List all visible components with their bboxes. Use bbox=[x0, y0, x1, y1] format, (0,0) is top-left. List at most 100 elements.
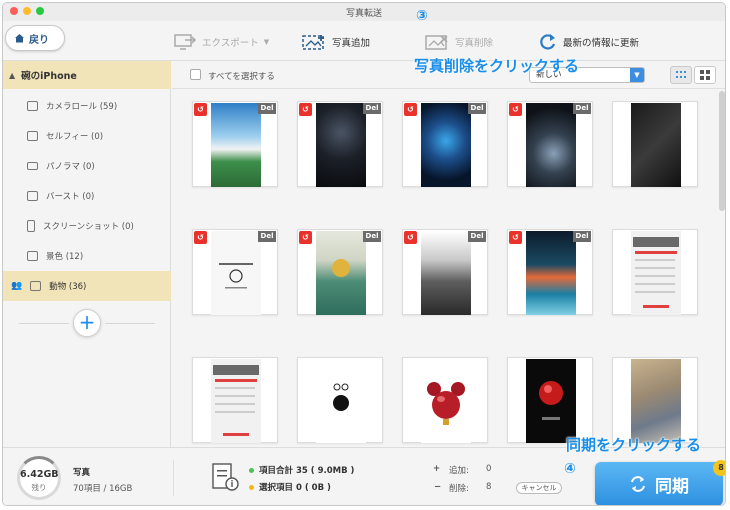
sync-button[interactable]: 同期 bbox=[595, 462, 723, 505]
add-photo-button-label: 写真追加 bbox=[332, 38, 371, 49]
photo-image bbox=[211, 359, 261, 443]
delete-photo-icon bbox=[425, 35, 448, 50]
refresh-button-label: 最新の情報に更新 bbox=[563, 38, 640, 49]
delete-photo-button[interactable]: 写真削除 bbox=[424, 31, 493, 53]
sidebar-item-landscape[interactable]: 景色 (12) bbox=[3, 241, 171, 271]
add-album-button[interactable]: + bbox=[73, 309, 101, 337]
photo-thumbnail[interactable] bbox=[402, 357, 488, 443]
storage-value: 6.42GB bbox=[20, 469, 59, 480]
photo-image bbox=[631, 359, 681, 443]
add-count-label: 追加: bbox=[449, 466, 469, 476]
del-tag[interactable]: Del bbox=[573, 103, 591, 114]
sidebar-item-label: スクリーンショット (0) bbox=[43, 222, 134, 232]
window-title: 写真転送 bbox=[345, 9, 382, 19]
sidebar-item-camera-roll[interactable]: カメラロール (59) bbox=[3, 91, 171, 121]
photo-thumbnail[interactable]: ↺ Del bbox=[192, 229, 278, 315]
list-view-icon bbox=[676, 71, 686, 78]
divider bbox=[173, 460, 174, 496]
divider bbox=[105, 323, 155, 324]
chevron-down-icon: ▼ bbox=[263, 38, 270, 46]
photo-thumbnail[interactable] bbox=[612, 101, 698, 187]
photo-image bbox=[421, 231, 471, 315]
delete-mark-icon: ↺ bbox=[509, 103, 522, 116]
del-tag[interactable]: Del bbox=[258, 231, 276, 242]
photo-thumbnail[interactable]: ↺ Del bbox=[297, 229, 383, 315]
album-icon bbox=[30, 281, 42, 291]
people-icon: 👥 bbox=[11, 281, 23, 291]
storage-gauge: 6.42GB 残り bbox=[17, 456, 61, 500]
back-button-label: 戻り bbox=[29, 34, 49, 46]
photo-thumbnail[interactable] bbox=[192, 357, 278, 443]
step-4-marker: ④ bbox=[564, 461, 576, 477]
selected-items-label: 選択項目 0 ( 0B ) bbox=[259, 483, 331, 493]
photo-thumbnail[interactable]: ↺ Del bbox=[297, 101, 383, 187]
export-button-label: エクスポート bbox=[202, 38, 259, 49]
photo-thumbnail[interactable]: ↺ Del bbox=[402, 229, 488, 315]
photo-thumbnail[interactable]: ↺ Del bbox=[402, 101, 488, 187]
photo-image bbox=[631, 103, 681, 187]
sync-button-label: 同期 bbox=[655, 476, 689, 497]
toolbar: 戻り エクスポート ▼ 写真追加 写真削除 最新の情報に更新 bbox=[3, 21, 725, 61]
divider bbox=[19, 323, 69, 324]
phone-icon bbox=[27, 220, 35, 232]
del-tag[interactable]: Del bbox=[468, 103, 486, 114]
photo-image bbox=[421, 103, 471, 187]
photo-image bbox=[211, 103, 261, 187]
photo-image bbox=[316, 103, 366, 187]
del-tag[interactable]: Del bbox=[363, 103, 381, 114]
photo-image bbox=[526, 359, 576, 443]
total-items-label: 項目合計 35 ( 9.0MB ) bbox=[259, 466, 355, 476]
del-tag[interactable]: Del bbox=[573, 231, 591, 242]
delete-mark-icon: ↺ bbox=[509, 231, 522, 244]
photo-thumbnail[interactable]: ↺ Del bbox=[192, 101, 278, 187]
del-tag[interactable]: Del bbox=[363, 231, 381, 242]
photo-thumbnail[interactable] bbox=[297, 357, 383, 443]
photo-thumbnail[interactable] bbox=[507, 357, 593, 443]
sidebar-item-screenshot[interactable]: スクリーンショット (0) bbox=[3, 211, 171, 241]
delete-photo-button-label: 写真削除 bbox=[455, 38, 494, 49]
add-count-value: 0 bbox=[486, 464, 492, 474]
camera-icon bbox=[27, 101, 38, 111]
app-window: 写真転送 戻り エクスポート ▼ 写真追加 写真削除 最新の情報に更新 ▲ 碗の… bbox=[2, 2, 726, 506]
device-name: 碗のiPhone bbox=[21, 71, 77, 82]
refresh-button[interactable]: 最新の情報に更新 bbox=[538, 31, 639, 53]
photo-image bbox=[316, 231, 366, 315]
category-label: 写真 bbox=[73, 468, 91, 478]
device-row[interactable]: ▲ 碗のiPhone bbox=[3, 61, 171, 89]
photo-thumbnail[interactable] bbox=[612, 229, 698, 315]
plus-icon: + bbox=[433, 464, 441, 474]
cancel-button[interactable]: キャンセル bbox=[516, 482, 562, 494]
photo-thumbnail[interactable]: ↺ Del bbox=[507, 101, 593, 187]
sidebar-item-selfie[interactable]: セルフィー (0) bbox=[3, 121, 171, 151]
photo-thumbnail[interactable] bbox=[612, 357, 698, 443]
delete-mark-icon: ↺ bbox=[404, 231, 417, 244]
burst-icon bbox=[27, 191, 38, 201]
back-button[interactable]: 戻り bbox=[5, 25, 65, 51]
selected-dot-icon bbox=[249, 485, 254, 490]
chevron-down-icon: ▼ bbox=[630, 68, 644, 82]
export-button[interactable]: エクスポート ▼ bbox=[173, 31, 269, 53]
photo-thumbnail[interactable]: ↺ Del bbox=[507, 229, 593, 315]
sidebar-item-panorama[interactable]: パノラマ (0) bbox=[3, 151, 171, 181]
sidebar-item-label: 動物 (36) bbox=[49, 282, 87, 292]
delete-mark-icon: ↺ bbox=[404, 103, 417, 116]
grid-view-button[interactable] bbox=[694, 66, 716, 84]
minus-icon: − bbox=[434, 482, 442, 492]
photo-image bbox=[631, 231, 681, 315]
sidebar-item-burst[interactable]: バースト (0) bbox=[3, 181, 171, 211]
list-view-button[interactable] bbox=[670, 66, 692, 84]
sidebar-item-animals[interactable]: 👥 動物 (36) bbox=[3, 271, 171, 301]
select-all-checkbox[interactable] bbox=[190, 69, 201, 80]
eject-icon: ▲ bbox=[9, 70, 16, 80]
add-photo-button[interactable]: 写真追加 bbox=[301, 31, 370, 53]
bottom-bar: 6.42GB 残り 写真 70項目 / 16GB 項目合計 35 ( 9.0MB… bbox=[3, 447, 725, 505]
photo-grid: ↺ Del ↺ Del ↺ Del ↺ Del ↺ Del ↺ Del ↺ De… bbox=[192, 101, 722, 447]
sidebar-item-label: カメラロール (59) bbox=[46, 102, 118, 112]
scrollbar[interactable] bbox=[719, 91, 725, 211]
landscape-icon bbox=[27, 251, 38, 261]
del-tag[interactable]: Del bbox=[258, 103, 276, 114]
del-tag[interactable]: Del bbox=[468, 231, 486, 242]
delete-count-label: 削除: bbox=[449, 484, 469, 494]
storage-left-label: 残り bbox=[31, 483, 47, 492]
photo-image bbox=[421, 359, 471, 443]
